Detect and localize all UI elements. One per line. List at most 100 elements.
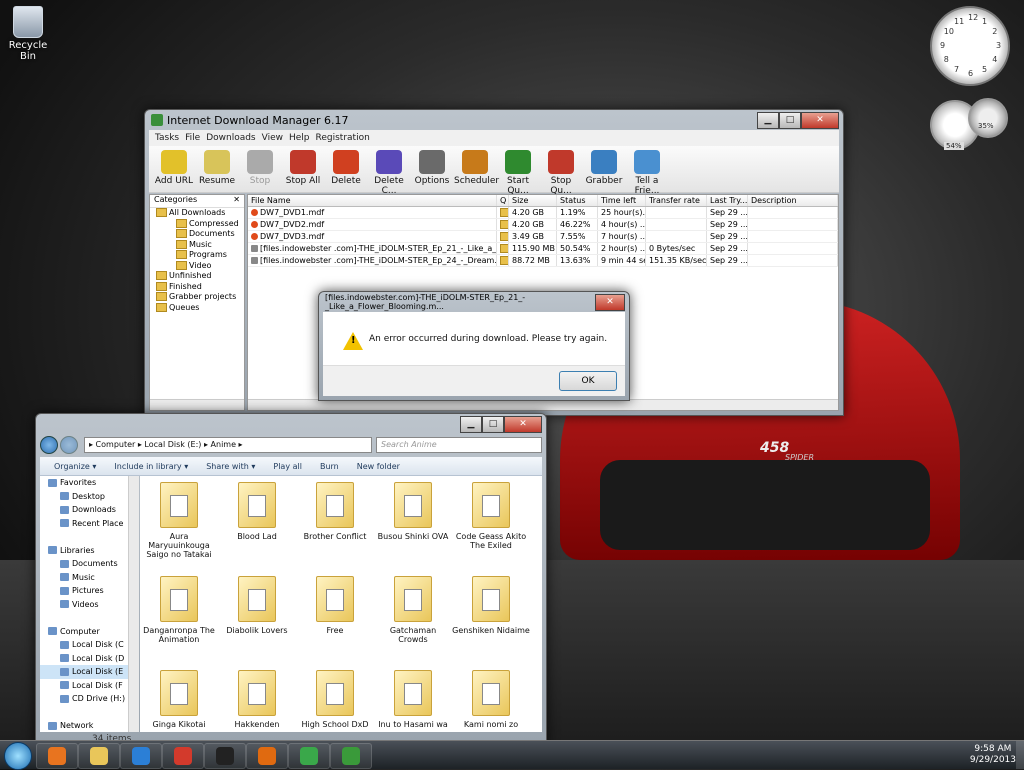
toolbar-stop-button[interactable]: Stop: [239, 146, 281, 192]
folder-item[interactable]: Danganronpa The Animation: [140, 576, 218, 666]
search-input[interactable]: Search Anime: [376, 437, 542, 453]
column-header[interactable]: Q: [497, 195, 509, 206]
folder-item[interactable]: Busou Shinki OVA: [374, 482, 452, 572]
category-unfinished[interactable]: Unfinished: [150, 271, 244, 282]
download-row[interactable]: DW7_DVD2.mdf 4.20 GB 46.22% 4 hour(s) ... Se…: [248, 219, 838, 231]
command-share-with[interactable]: Share with ▾: [206, 462, 255, 471]
toolbar-options-button[interactable]: Options: [411, 146, 453, 192]
download-row[interactable]: DW7_DVD1.mdf 4.20 GB 1.19% 25 hour(s)... Sep…: [248, 207, 838, 219]
nav-documents[interactable]: Documents: [40, 557, 128, 571]
nav-local-disk-e[interactable]: Local Disk (E: [40, 665, 128, 679]
maximize-button[interactable]: □: [482, 416, 504, 433]
nav-local-disk-c[interactable]: Local Disk (C: [40, 638, 128, 652]
folder-item[interactable]: Blood Lad: [218, 482, 296, 572]
category-video[interactable]: Video: [150, 260, 244, 272]
forward-button[interactable]: [60, 436, 78, 454]
download-row[interactable]: DW7_DVD3.mdf 3.49 GB 7.55% 7 hour(s) ... Sep…: [248, 231, 838, 243]
nav-music[interactable]: Music: [40, 571, 128, 585]
close-button[interactable]: ✕: [801, 112, 839, 129]
column-header[interactable]: Transfer rate: [646, 195, 707, 206]
taskbar-file-explorer[interactable]: [78, 743, 120, 769]
nav-network[interactable]: Network: [40, 719, 128, 733]
folder-item[interactable]: Code Geass Akito The Exiled: [452, 482, 530, 572]
nav-local-disk-f[interactable]: Local Disk (F: [40, 679, 128, 693]
folder-item[interactable]: Genshiken Nidaime: [452, 576, 530, 666]
nav-computer[interactable]: Computer: [40, 625, 128, 639]
taskbar-internet-explorer[interactable]: [120, 743, 162, 769]
nav-downloads[interactable]: Downloads: [40, 503, 128, 517]
start-button[interactable]: [4, 742, 32, 770]
toolbar-delete-c-button[interactable]: Delete C...: [368, 146, 410, 196]
column-header[interactable]: Description: [748, 195, 838, 206]
toolbar-grabber-button[interactable]: Grabber: [583, 146, 625, 192]
command-organize[interactable]: Organize ▾: [54, 462, 96, 471]
column-header[interactable]: Size: [509, 195, 557, 206]
taskbar-idm-download[interactable]: [288, 743, 330, 769]
nav-libraries[interactable]: Libraries: [40, 544, 128, 558]
nav-cd-drive-h[interactable]: CD Drive (H:): [40, 692, 128, 706]
toolbar-resume-button[interactable]: Resume: [196, 146, 238, 192]
address-bar[interactable]: ▸ Computer ▸ Local Disk (E:) ▸ Anime ▸: [84, 437, 372, 453]
menu-downloads[interactable]: Downloads: [206, 133, 255, 143]
back-button[interactable]: [40, 436, 58, 454]
folder-item[interactable]: Aura Maryuuinkouga Saigo no Tatakai: [140, 482, 218, 572]
folder-item[interactable]: Brother Conflict: [296, 482, 374, 572]
system-clock[interactable]: 9:58 AM 9/29/2013: [970, 744, 1016, 766]
command-include-in-library[interactable]: Include in library ▾: [114, 462, 188, 471]
taskbar-chrome[interactable]: [162, 743, 204, 769]
show-desktop-button[interactable]: [1016, 741, 1024, 769]
toolbar-stop-all-button[interactable]: Stop All: [282, 146, 324, 192]
error-dialog-titlebar[interactable]: [files.indowebster.com]-THE_iDOLM-STER_E…: [319, 292, 629, 312]
idm-titlebar[interactable]: Internet Download Manager 6.17: [145, 110, 843, 130]
toolbar-add-url-button[interactable]: Add URL: [153, 146, 195, 192]
categories-scrollbar[interactable]: [150, 399, 244, 410]
memory-meter-gadget[interactable]: [968, 98, 1008, 138]
toolbar-stop-qu-button[interactable]: Stop Qu...: [540, 146, 582, 196]
category-finished[interactable]: Finished: [150, 281, 244, 293]
nav-videos[interactable]: Videos: [40, 598, 128, 612]
category-grabber-projects[interactable]: Grabber projects: [150, 292, 244, 303]
close-categories-icon[interactable]: ✕: [233, 195, 240, 207]
dialog-close-button[interactable]: ✕: [595, 294, 625, 311]
category-queues[interactable]: Queues: [150, 302, 244, 314]
category-all-downloads[interactable]: All Downloads: [150, 208, 244, 219]
taskbar-blackberry[interactable]: [204, 743, 246, 769]
nav-local-disk-d[interactable]: Local Disk (D: [40, 652, 128, 666]
folder-item[interactable]: Free: [296, 576, 374, 666]
toolbar-scheduler-button[interactable]: Scheduler: [454, 146, 499, 192]
category-music[interactable]: Music: [150, 239, 244, 251]
column-header[interactable]: Status: [557, 195, 598, 206]
toolbar-start-qu-button[interactable]: Start Qu...: [497, 146, 539, 196]
ok-button[interactable]: OK: [559, 371, 617, 391]
command-play-all[interactable]: Play all: [273, 462, 302, 471]
toolbar-tell-a-frie-button[interactable]: Tell a Frie...: [626, 146, 668, 196]
nav-favorites[interactable]: Favorites: [40, 476, 128, 490]
taskbar-media-player[interactable]: [36, 743, 78, 769]
minimize-button[interactable]: ▁: [757, 112, 779, 129]
menu-file[interactable]: File: [185, 133, 200, 143]
command-new-folder[interactable]: New folder: [357, 462, 400, 471]
nav-pictures[interactable]: Pictures: [40, 584, 128, 598]
toolbar-delete-button[interactable]: Delete: [325, 146, 367, 192]
column-header[interactable]: File Name: [248, 195, 497, 206]
folder-item[interactable]: Diabolik Lovers: [218, 576, 296, 666]
navigation-scrollbar[interactable]: [128, 476, 139, 732]
menu-tasks[interactable]: Tasks: [155, 133, 179, 143]
category-documents[interactable]: Documents: [150, 229, 244, 240]
maximize-button[interactable]: □: [779, 112, 801, 129]
menu-help[interactable]: Help: [289, 133, 310, 143]
category-compressed[interactable]: Compressed: [150, 218, 244, 230]
clock-gadget[interactable]: 12 1 2 3 4 5 6 7 8 9 10 11: [930, 6, 1010, 86]
download-row[interactable]: [files.indowebster .com]-THE_iDOLM-STER_…: [248, 255, 838, 267]
category-programs[interactable]: Programs: [150, 250, 244, 261]
download-row[interactable]: [files.indowebster .com]-THE_iDOLM-STER_…: [248, 243, 838, 255]
minimize-button[interactable]: ▁: [460, 416, 482, 433]
taskbar-firefox[interactable]: [246, 743, 288, 769]
column-header[interactable]: Last Try...: [707, 195, 748, 206]
nav-recent-place[interactable]: Recent Place: [40, 517, 128, 531]
nav-desktop[interactable]: Desktop: [40, 490, 128, 504]
folder-item[interactable]: Gatchaman Crowds: [374, 576, 452, 666]
taskbar-media-classic[interactable]: [330, 743, 372, 769]
command-burn[interactable]: Burn: [320, 462, 339, 471]
close-button[interactable]: ✕: [504, 416, 542, 433]
